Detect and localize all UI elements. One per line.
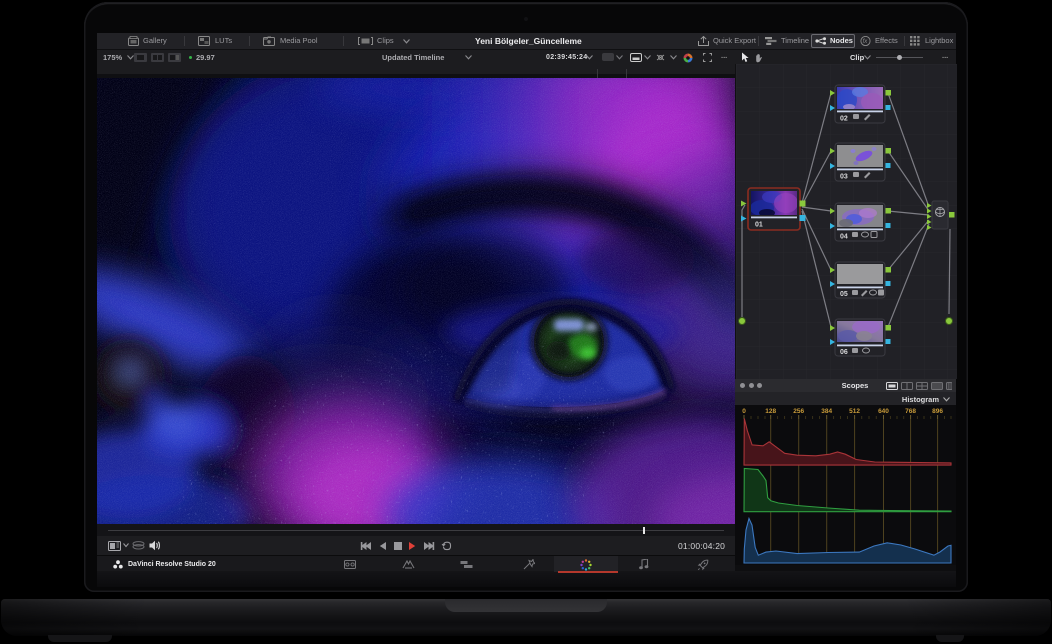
svg-text:03: 03: [840, 174, 848, 181]
svg-text:01: 01: [755, 222, 763, 229]
svg-text:0: 0: [742, 408, 746, 415]
svg-text:512: 512: [849, 408, 860, 415]
svg-text:128: 128: [765, 408, 776, 415]
svg-text:02: 02: [840, 116, 848, 123]
svg-text:768: 768: [905, 408, 916, 415]
svg-text:fx: fx: [863, 39, 869, 45]
svg-text:04: 04: [840, 234, 848, 241]
svg-text:896: 896: [932, 408, 943, 415]
svg-text:384: 384: [821, 408, 832, 415]
svg-text:640: 640: [878, 408, 889, 415]
svg-text:256: 256: [793, 408, 804, 415]
svg-text:06: 06: [840, 349, 848, 356]
svg-text:05: 05: [840, 291, 848, 298]
